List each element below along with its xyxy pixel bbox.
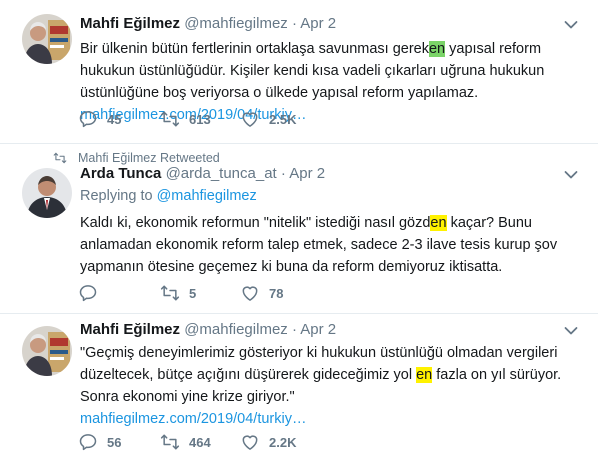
reply-icon <box>78 109 98 129</box>
heart-icon <box>240 109 260 129</box>
tweet-header: Mahfi Eğilmez @mahfiegilmez · Apr 2 <box>80 321 568 341</box>
retweet-button[interactable]: 464 <box>160 432 211 452</box>
heart-icon <box>240 283 260 303</box>
retweet-button[interactable]: 5 <box>160 283 196 303</box>
search-highlight: en <box>416 367 433 383</box>
tweet-text: "Geçmiş deneyimlerimiz gösteriyor ki huk… <box>80 342 578 430</box>
reply-button[interactable]: 56 <box>78 432 121 452</box>
search-highlight: en <box>430 215 447 231</box>
timestamp[interactable]: Apr 2 <box>289 165 325 182</box>
chevron-down-icon[interactable] <box>564 326 578 336</box>
retweeted-label[interactable]: Mahfi Eğilmez Retweeted <box>78 151 220 165</box>
reply-button[interactable]: 45 <box>78 109 121 129</box>
separator-dot: · <box>280 165 286 182</box>
retweet-count: 464 <box>189 434 211 450</box>
like-button[interactable]: 2.5K <box>240 109 296 129</box>
like-count: 78 <box>269 285 284 301</box>
tweet[interactable]: Mahfi Eğilmez @mahfiegilmez · Apr 2 Bir … <box>0 0 598 144</box>
like-button[interactable]: 2.2K <box>240 432 296 452</box>
avatar[interactable] <box>22 326 72 376</box>
avatar[interactable] <box>22 14 72 64</box>
reply-icon <box>78 283 98 303</box>
tweet-header: Arda Tunca @arda_tunca_at · Apr 2 <box>80 165 568 185</box>
replying-to: Replying to @mahfiegilmez <box>80 188 257 204</box>
author-handle[interactable]: @mahfiegilmez <box>184 321 288 338</box>
separator-dot: · <box>291 321 297 338</box>
reply-icon <box>78 432 98 452</box>
retweet-icon <box>160 109 180 129</box>
author-handle[interactable]: @mahfiegilmez <box>184 15 288 32</box>
replying-label: Replying to <box>80 188 153 204</box>
reply-button[interactable] <box>78 283 107 303</box>
avatar[interactable] <box>22 168 72 218</box>
tweet[interactable]: Mahfi Eğilmez Retweeted Arda Tunca @arda… <box>0 144 598 314</box>
reply-count: 45 <box>107 111 122 127</box>
tweet-text-part: Kaldı ki, ekonomik reformun "nitelik" is… <box>80 215 431 231</box>
chevron-down-icon[interactable] <box>564 170 578 180</box>
retweet-icon <box>52 151 68 165</box>
reply-count: 56 <box>107 434 122 450</box>
retweet-count: 613 <box>189 111 211 127</box>
timestamp[interactable]: Apr 2 <box>300 15 336 32</box>
author-handle[interactable]: @arda_tunca_at <box>166 165 277 182</box>
tweet[interactable]: Mahfi Eğilmez @mahfiegilmez · Apr 2 "Geç… <box>0 314 598 463</box>
retweeted-by: Mahfi Eğilmez Retweeted <box>52 150 220 166</box>
like-button[interactable]: 78 <box>240 283 283 303</box>
search-highlight: en <box>428 41 446 57</box>
retweet-icon <box>160 432 180 452</box>
like-count: 2.2K <box>269 434 297 450</box>
tweet-text-part: Bir ülkenin bütün fertlerinin ortaklaşa … <box>80 41 429 57</box>
separator-dot: · <box>291 15 297 32</box>
like-count: 2.5K <box>269 111 297 127</box>
heart-icon <box>240 432 260 452</box>
timestamp[interactable]: Apr 2 <box>300 321 336 338</box>
author-name[interactable]: Mahfi Eğilmez <box>80 15 180 32</box>
tweet-text: Kaldı ki, ekonomik reformun "nitelik" is… <box>80 212 578 278</box>
author-name[interactable]: Mahfi Eğilmez <box>80 321 180 338</box>
tweet-text: Bir ülkenin bütün fertlerinin ortaklaşa … <box>80 38 578 126</box>
retweet-button[interactable]: 613 <box>160 109 211 129</box>
retweet-icon <box>160 283 180 303</box>
replying-handle[interactable]: @mahfiegilmez <box>157 188 257 204</box>
tweet-header: Mahfi Eğilmez @mahfiegilmez · Apr 2 <box>80 15 568 35</box>
author-name[interactable]: Arda Tunca <box>80 165 161 182</box>
retweet-count: 5 <box>189 285 197 301</box>
tweet-link[interactable]: mahfiegilmez.com/2019/04/turkiy… <box>80 411 306 427</box>
chevron-down-icon[interactable] <box>564 20 578 30</box>
